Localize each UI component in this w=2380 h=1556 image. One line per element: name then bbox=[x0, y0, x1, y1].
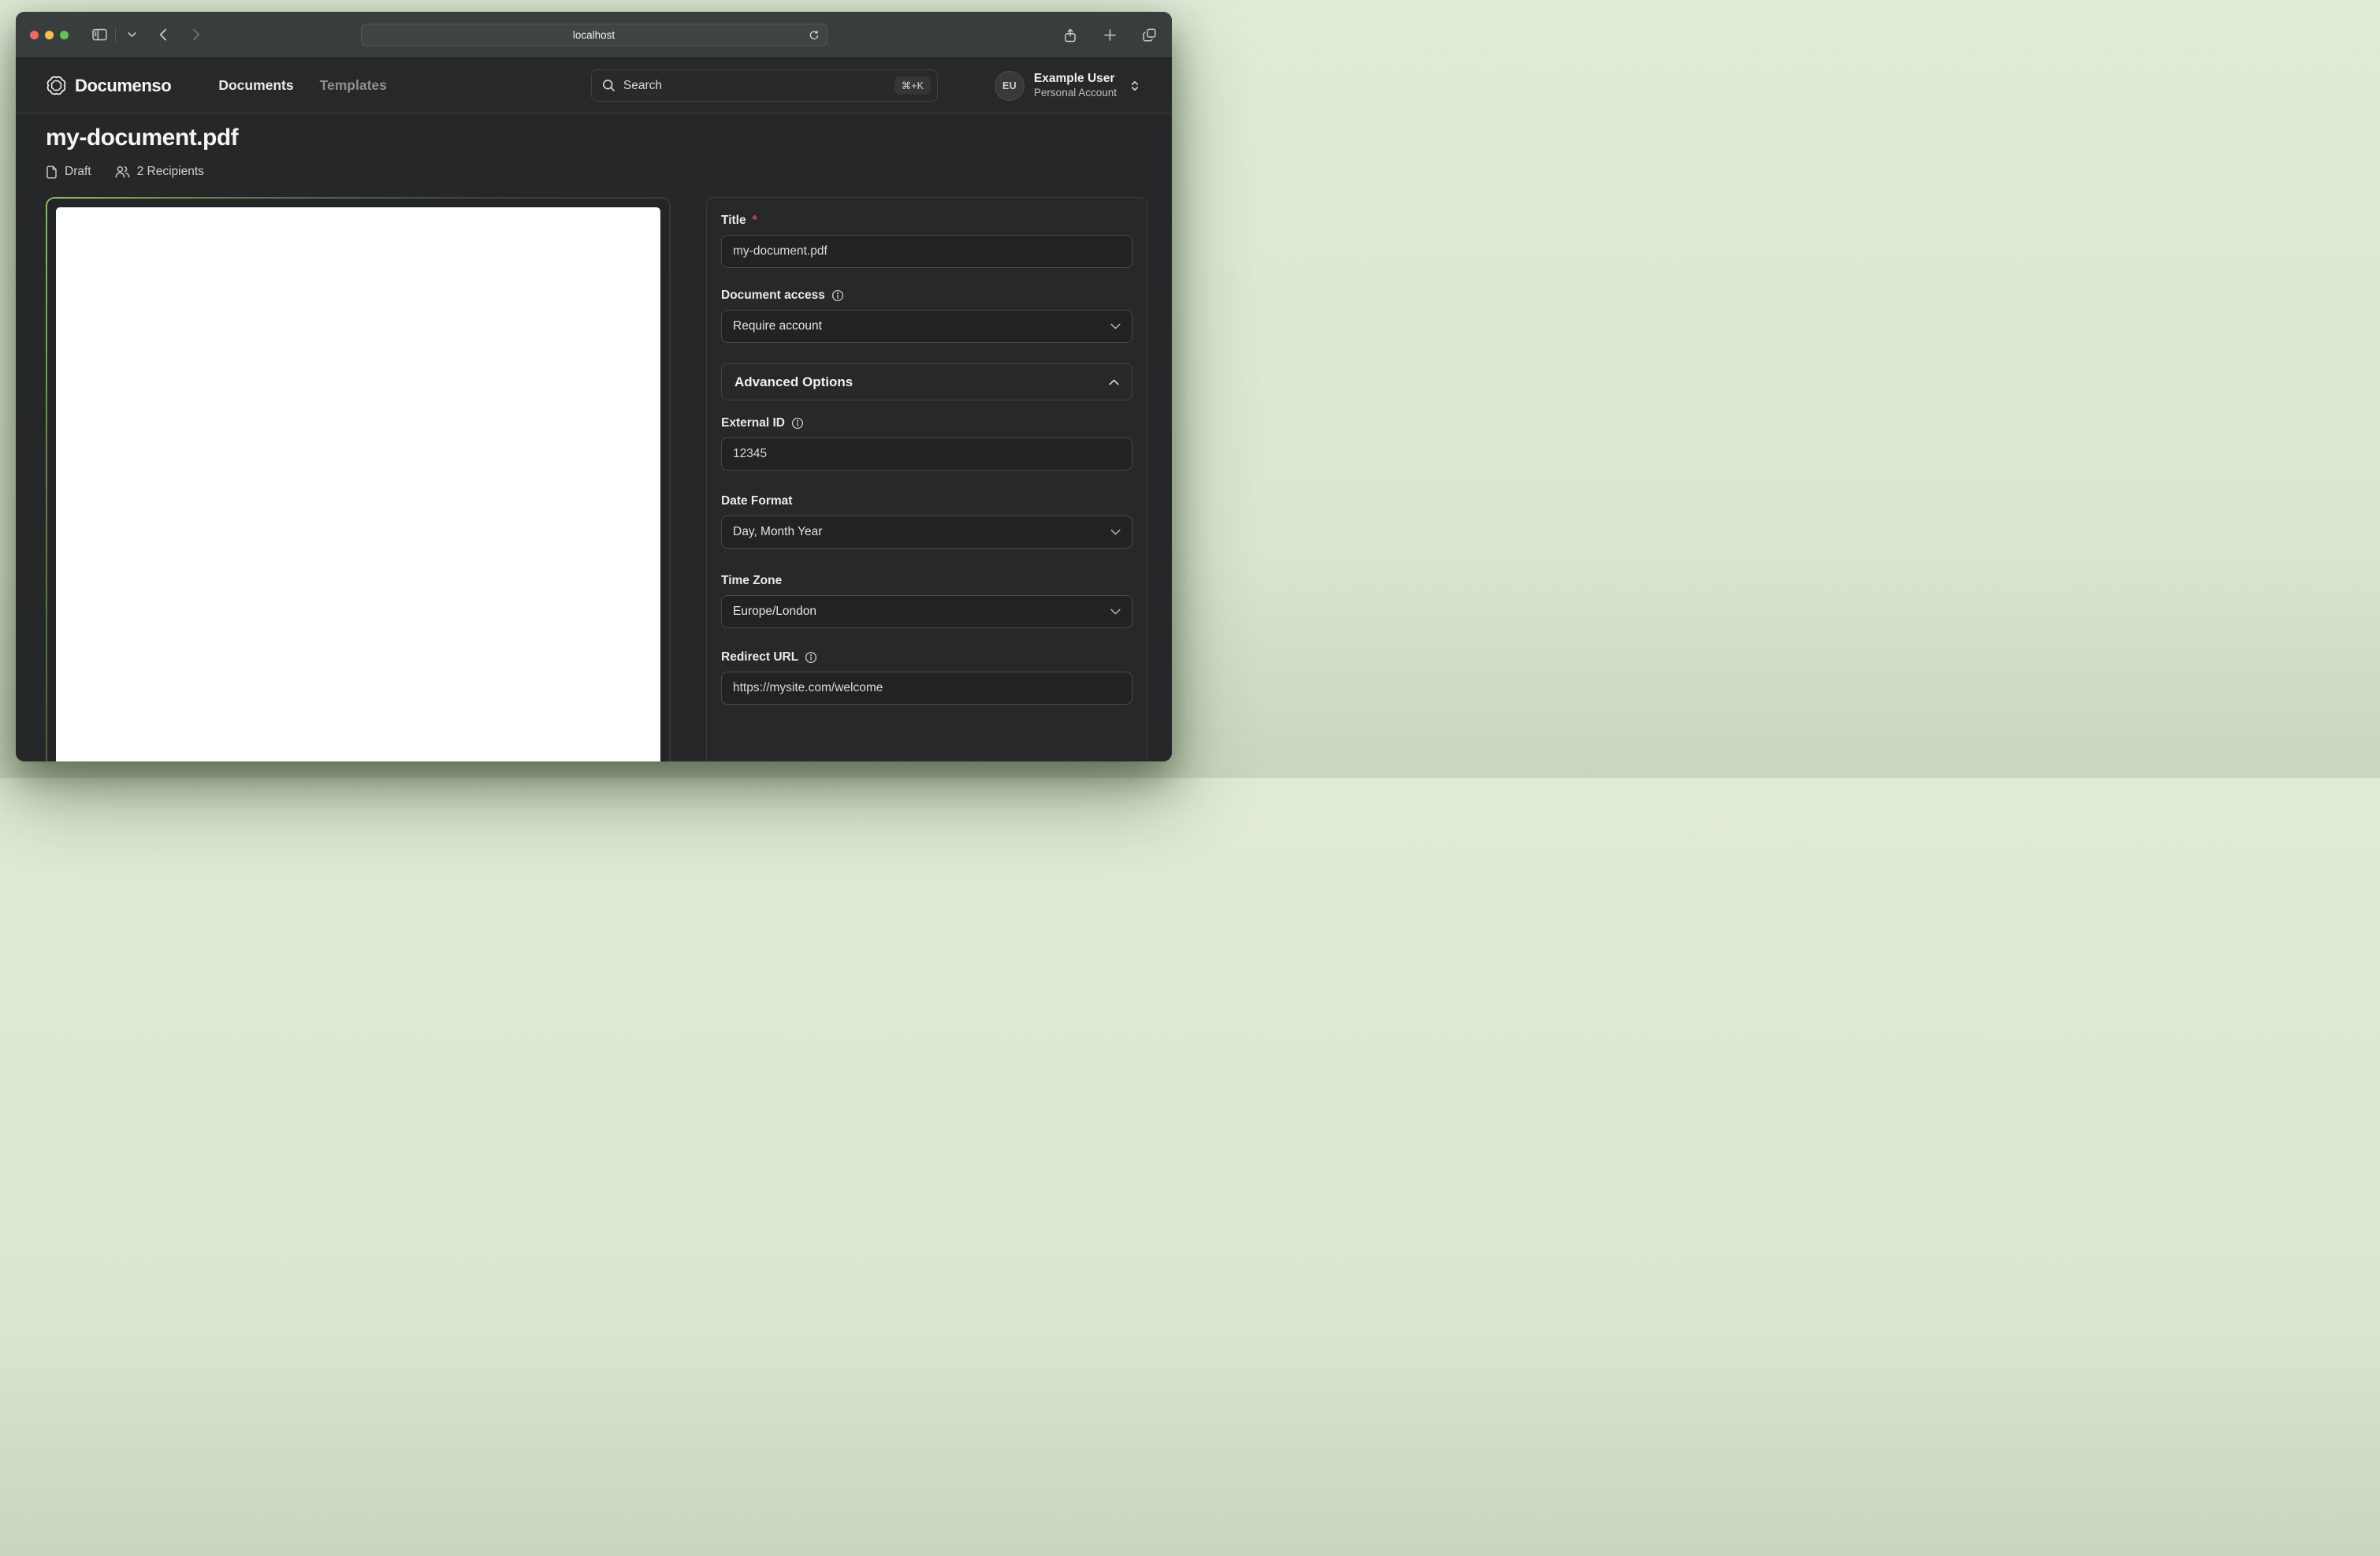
chevron-up-icon bbox=[1109, 379, 1119, 385]
share-icon[interactable] bbox=[1060, 25, 1080, 46]
address-bar-url: localhost bbox=[573, 29, 615, 41]
brand-name: Documenso bbox=[75, 76, 171, 96]
status-badge: Draft bbox=[46, 165, 91, 179]
close-window-button[interactable] bbox=[30, 31, 39, 39]
external-id-input[interactable] bbox=[721, 437, 1132, 471]
pdf-preview-inner bbox=[47, 199, 669, 761]
nav-item-documents[interactable]: Documents bbox=[218, 77, 293, 94]
search-icon bbox=[602, 79, 615, 92]
time-zone-field-group: Time Zone Europe/London bbox=[721, 574, 1132, 628]
info-icon[interactable] bbox=[805, 651, 817, 664]
recipients-label: 2 Recipients bbox=[137, 165, 204, 179]
address-bar[interactable]: localhost bbox=[361, 24, 827, 47]
search-shortcut-badge: ⌘+K bbox=[894, 76, 931, 95]
required-asterisk: * bbox=[753, 214, 757, 228]
search-input[interactable]: Search ⌘+K bbox=[591, 69, 938, 102]
reload-icon[interactable] bbox=[809, 30, 820, 41]
minimize-window-button[interactable] bbox=[45, 31, 54, 39]
info-icon[interactable] bbox=[831, 289, 844, 302]
external-id-field-group: External ID bbox=[721, 416, 1132, 471]
documenso-logo-icon bbox=[46, 75, 67, 96]
date-format-value: Day, Month Year bbox=[733, 525, 822, 539]
redirect-url-field-group: Redirect URL bbox=[721, 650, 1132, 705]
document-editor-page: my-document.pdf Draft 2 Recipients bbox=[16, 114, 1172, 761]
title-label: Title bbox=[721, 214, 746, 228]
chevrons-up-down-icon bbox=[1129, 80, 1140, 92]
document-access-value: Require account bbox=[733, 319, 822, 333]
recipients-badge: 2 Recipients bbox=[115, 165, 204, 179]
document-settings-panel: Title * Document access bbox=[706, 197, 1147, 761]
new-tab-plus-icon[interactable] bbox=[1099, 25, 1120, 46]
browser-titlebar: localhost bbox=[16, 12, 1172, 58]
page-title: my-document.pdf bbox=[46, 125, 1147, 151]
info-icon[interactable] bbox=[791, 417, 804, 430]
date-format-field-group: Date Format Day, Month Year bbox=[721, 494, 1132, 549]
tab-overview-chevron-icon[interactable] bbox=[121, 24, 142, 45]
advanced-options-label: Advanced Options bbox=[734, 374, 853, 390]
chevron-down-icon bbox=[1110, 609, 1121, 615]
brand[interactable]: Documenso bbox=[46, 75, 171, 96]
time-zone-select[interactable]: Europe/London bbox=[721, 595, 1132, 628]
redirect-url-input[interactable] bbox=[721, 672, 1132, 705]
document-meta-row: Draft 2 Recipients bbox=[46, 165, 1147, 179]
document-access-field-group: Document access Require account bbox=[721, 288, 1132, 343]
file-icon bbox=[46, 166, 58, 179]
zoom-window-button[interactable] bbox=[60, 31, 69, 39]
forward-button-icon[interactable] bbox=[186, 24, 206, 45]
avatar: EU bbox=[995, 71, 1025, 101]
account-name: Example User bbox=[1034, 71, 1117, 86]
nav-item-templates[interactable]: Templates bbox=[320, 77, 387, 94]
tab-overview-icon[interactable] bbox=[1139, 25, 1159, 46]
date-format-label: Date Format bbox=[721, 494, 792, 508]
pdf-preview-card bbox=[46, 197, 671, 761]
traffic-lights bbox=[30, 31, 69, 39]
status-label: Draft bbox=[65, 165, 91, 179]
chevron-down-icon bbox=[1110, 323, 1121, 329]
app-header: Documenso Documents Templates Search ⌘+K… bbox=[16, 58, 1172, 114]
sidebar-toggle-icon[interactable] bbox=[89, 24, 110, 45]
chevron-down-icon bbox=[1110, 529, 1121, 535]
time-zone-value: Europe/London bbox=[733, 605, 816, 619]
document-access-label: Document access bbox=[721, 288, 825, 303]
advanced-options-toggle[interactable]: Advanced Options bbox=[721, 363, 1132, 400]
redirect-url-label: Redirect URL bbox=[721, 650, 798, 664]
main-nav: Documents Templates bbox=[218, 77, 387, 94]
search-placeholder: Search bbox=[623, 79, 662, 93]
account-menu[interactable]: EU Example User Personal Account bbox=[995, 71, 1140, 101]
title-input[interactable] bbox=[721, 235, 1132, 268]
account-type: Personal Account bbox=[1034, 87, 1117, 100]
browser-window: localhost bbox=[16, 12, 1172, 761]
date-format-select[interactable]: Day, Month Year bbox=[721, 516, 1132, 549]
titlebar-separator bbox=[115, 28, 116, 42]
document-access-select[interactable]: Require account bbox=[721, 310, 1132, 343]
back-button-icon[interactable] bbox=[153, 24, 173, 45]
pdf-page[interactable] bbox=[56, 207, 660, 761]
title-field-group: Title * bbox=[721, 214, 1132, 268]
users-icon bbox=[115, 166, 130, 178]
external-id-label: External ID bbox=[721, 416, 785, 430]
time-zone-label: Time Zone bbox=[721, 574, 782, 588]
